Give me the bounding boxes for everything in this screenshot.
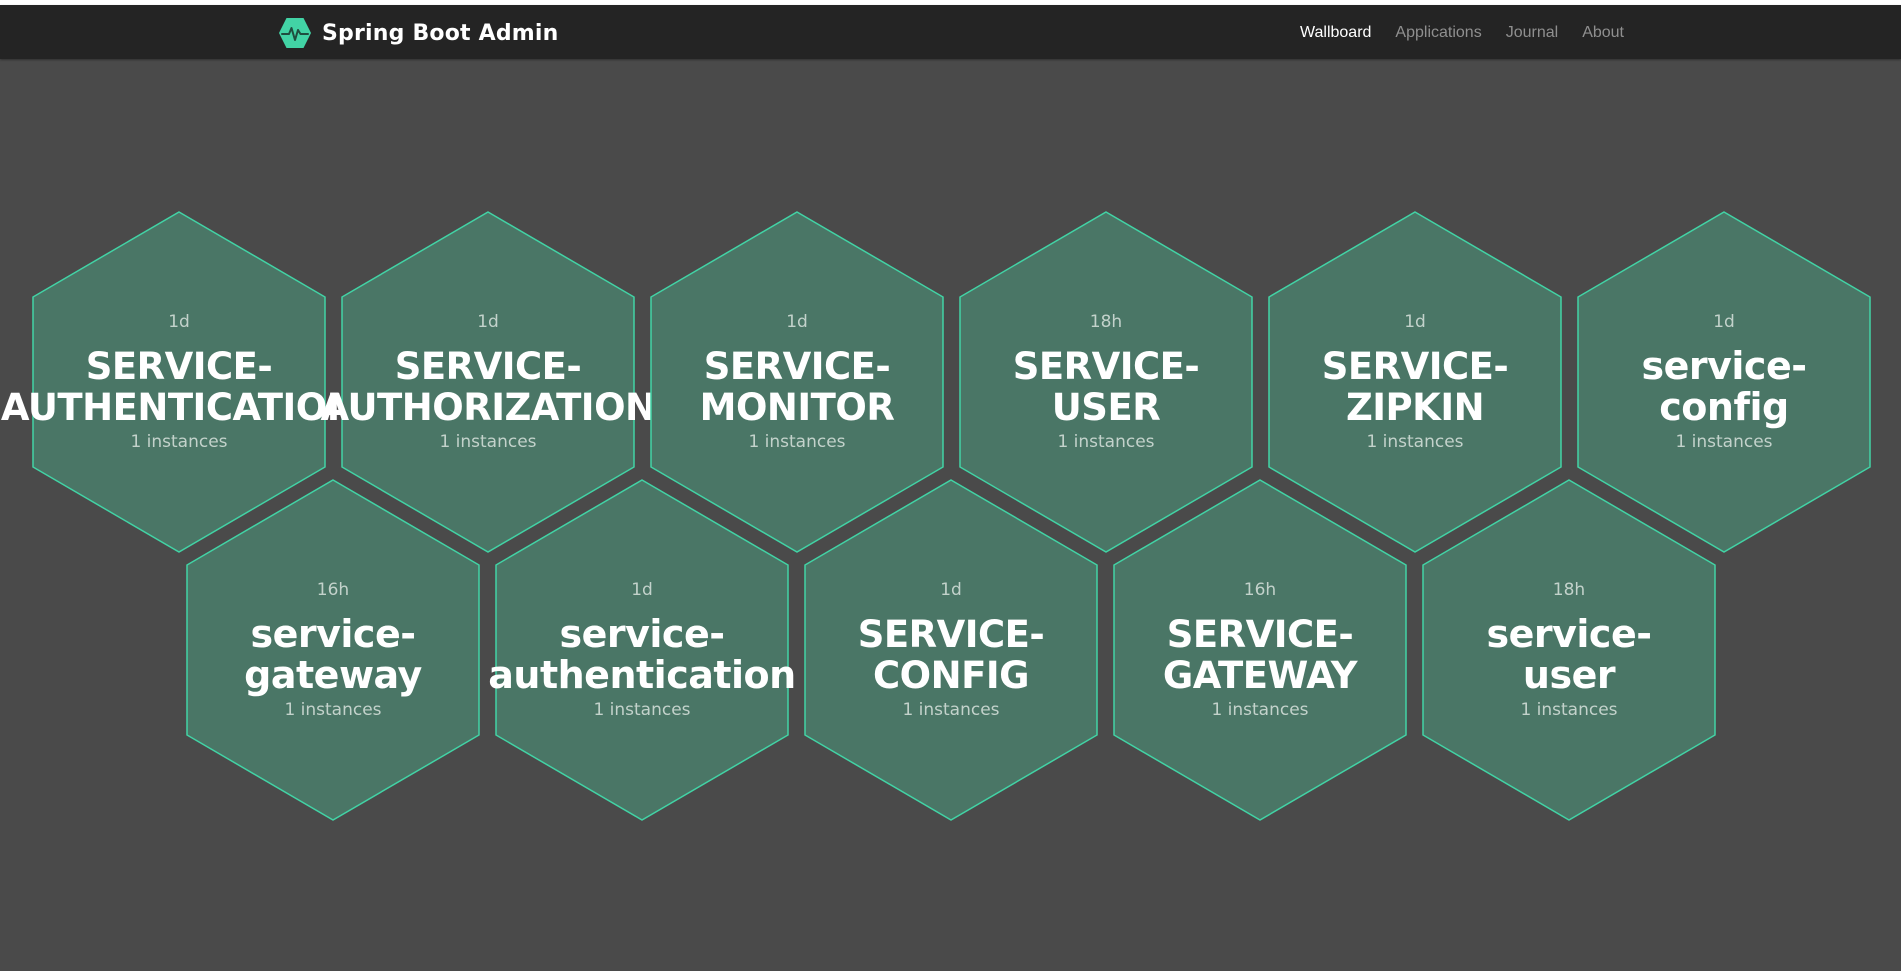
instances-count: 1 instances [439, 432, 537, 452]
brand-title: Spring Boot Admin [322, 20, 559, 46]
application-hexagon[interactable]: 1d SERVICE- CONFIG 1 instances [803, 479, 1099, 821]
application-name-line2: CONFIG [873, 654, 1029, 697]
application-name-line1: SERVICE- [857, 613, 1045, 656]
application-name-line1: service- [559, 612, 726, 656]
instances-count: 1 instances [1211, 700, 1309, 720]
uptime-label: 1d [1404, 312, 1426, 332]
instances-count: 1 instances [1520, 700, 1618, 720]
application-name-line2: authentication [488, 653, 796, 697]
instances-count: 1 instances [748, 432, 846, 452]
application-name-line2: GATEWAY [1162, 654, 1358, 697]
instances-count: 1 instances [1675, 432, 1773, 452]
nav-link-about[interactable]: About [1582, 24, 1624, 41]
uptime-label: 1d [631, 580, 653, 600]
application-name-line1: service- [250, 612, 417, 656]
uptime-label: 1d [477, 312, 499, 332]
hexagon-content: 1d SERVICE- CONFIG 1 instances [793, 479, 1109, 821]
nav-link-wallboard[interactable]: Wallboard [1300, 24, 1371, 41]
nav-link-applications[interactable]: Applications [1395, 24, 1481, 41]
application-name-line2: config [1659, 385, 1789, 429]
application-hexagon[interactable]: 16h SERVICE- GATEWAY 1 instances [1112, 479, 1408, 821]
instances-count: 1 instances [284, 700, 382, 720]
application-name-line2: MONITOR [699, 386, 895, 429]
application-name-line1: service- [1486, 612, 1653, 656]
nav-link-journal[interactable]: Journal [1506, 24, 1558, 41]
application-name-line1: SERVICE- [394, 345, 582, 388]
nav-item-applications: Applications [1395, 22, 1481, 42]
uptime-label: 18h [1552, 580, 1586, 600]
hexagon-content: 18h service- user 1 instances [1411, 479, 1727, 821]
application-name-line2: gateway [244, 653, 422, 697]
application-name-line2: AUTHORIZATION [320, 386, 656, 429]
application-name-line1: SERVICE- [703, 345, 891, 388]
application-hexagon[interactable]: 18h service- user 1 instances [1421, 479, 1717, 821]
application-hexagon[interactable]: 1d service- authentication 1 instances [488, 479, 796, 821]
uptime-label: 18h [1089, 312, 1123, 332]
uptime-label: 16h [1243, 580, 1277, 600]
application-hexagon[interactable]: 16h service- gateway 1 instances [185, 479, 481, 821]
uptime-label: 1d [786, 312, 808, 332]
nav-item-journal: Journal [1506, 22, 1558, 42]
uptime-label: 1d [940, 580, 962, 600]
application-name-line2: AUTHENTICATION [0, 386, 358, 429]
main-nav: Wallboard Applications Journal About [1300, 5, 1624, 59]
application-name-line1: SERVICE- [1012, 345, 1200, 388]
uptime-label: 1d [1713, 312, 1735, 332]
navbar: Spring Boot Admin Wallboard Applications… [0, 5, 1901, 59]
instances-count: 1 instances [1366, 432, 1464, 452]
instances-count: 1 instances [902, 700, 1000, 720]
instances-count: 1 instances [1057, 432, 1155, 452]
hexagon-content: 16h SERVICE- GATEWAY 1 instances [1102, 479, 1418, 821]
application-name-line2: ZIPKIN [1345, 386, 1485, 429]
hexagon-content: 16h service- gateway 1 instances [175, 479, 491, 821]
wallboard: 1d SERVICE- AUTHENTICATION 1 instances 1… [0, 59, 1901, 971]
application-name-line2: USER [1051, 386, 1161, 429]
application-name-line1: SERVICE- [85, 345, 273, 388]
application-name-line1: service- [1641, 344, 1808, 388]
instances-count: 1 instances [130, 432, 228, 452]
application-name-line1: SERVICE- [1321, 345, 1509, 388]
brand-link[interactable]: Spring Boot Admin [278, 17, 559, 49]
uptime-label: 16h [316, 580, 350, 600]
application-name-line2: user [1522, 653, 1616, 697]
hexagon-content: 1d service- authentication 1 instances [484, 479, 800, 821]
instances-count: 1 instances [593, 700, 691, 720]
nav-item-about: About [1582, 22, 1624, 42]
heartbeat-icon [279, 18, 311, 48]
uptime-label: 1d [168, 312, 190, 332]
application-name-line1: SERVICE- [1166, 613, 1354, 656]
nav-item-wallboard: Wallboard [1300, 22, 1371, 42]
